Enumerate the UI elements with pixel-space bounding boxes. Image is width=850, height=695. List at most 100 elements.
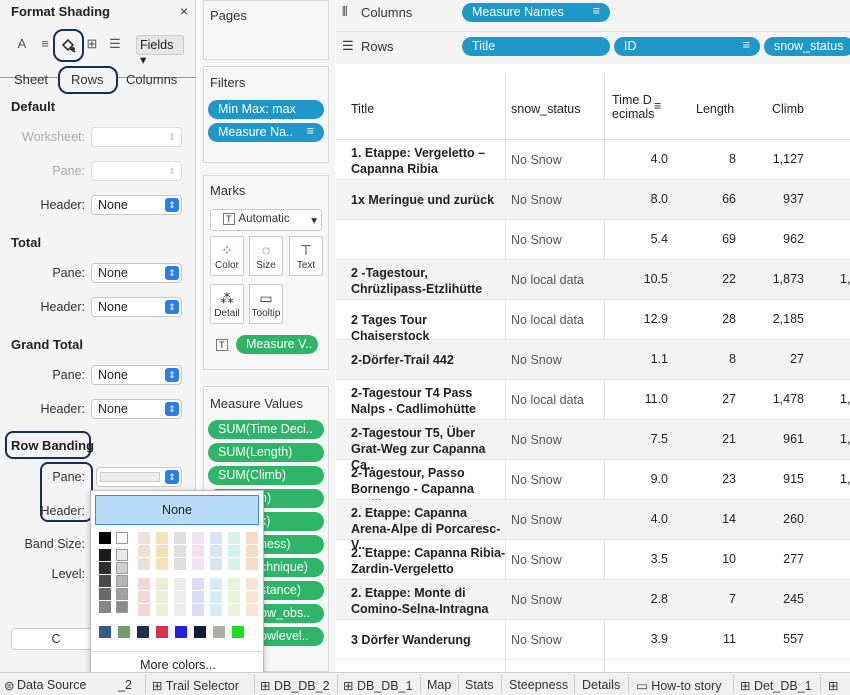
color-swatch[interactable]	[137, 626, 149, 638]
color-swatch[interactable]	[116, 575, 128, 587]
color-swatch[interactable]	[228, 558, 240, 570]
font-icon[interactable]: A	[12, 36, 32, 51]
color-swatch[interactable]	[246, 532, 258, 544]
color-swatch[interactable]	[192, 545, 204, 557]
color-swatch[interactable]	[156, 558, 168, 570]
default-header-select[interactable]: None ⇕	[91, 195, 182, 215]
color-swatch[interactable]	[116, 601, 128, 613]
text-button[interactable]: ⊤ Text	[289, 236, 323, 276]
color-swatch[interactable]	[232, 626, 244, 638]
color-swatch[interactable]	[228, 545, 240, 557]
tab-steepness[interactable]: Steepness	[509, 678, 568, 692]
color-swatch[interactable]	[138, 545, 150, 557]
color-swatch[interactable]	[210, 591, 222, 603]
color-swatch[interactable]	[213, 626, 225, 638]
tab-map[interactable]: Map	[427, 678, 451, 692]
color-swatch[interactable]	[192, 591, 204, 603]
color-swatch[interactable]	[210, 578, 222, 590]
color-swatch[interactable]	[99, 588, 111, 600]
tab-how-to-story[interactable]: ▭ How-to story	[636, 678, 721, 693]
color-swatch[interactable]	[116, 562, 128, 574]
mark-type-select[interactable]: T Automatic ▾	[210, 209, 322, 231]
color-swatch[interactable]	[192, 604, 204, 616]
color-swatch[interactable]	[192, 578, 204, 590]
color-swatch[interactable]	[138, 558, 150, 570]
color-swatch[interactable]	[156, 578, 168, 590]
color-swatch[interactable]	[99, 626, 111, 638]
grand-pane-select[interactable]: None ⇕	[91, 365, 182, 385]
color-swatch[interactable]	[138, 591, 150, 603]
color-swatch[interactable]	[246, 604, 258, 616]
tab-data-source[interactable]: Data Source	[17, 678, 86, 692]
color-swatch[interactable]	[138, 604, 150, 616]
banding-pane-color-select[interactable]: ⇕	[96, 467, 182, 487]
fields-dropdown[interactable]: Fields ▾	[136, 35, 184, 67]
tooltip-button[interactable]: ▭ Tooltip	[249, 284, 283, 324]
color-swatch[interactable]	[174, 578, 186, 590]
tab-rows[interactable]: Rows	[71, 72, 104, 87]
header-length[interactable]: Length	[696, 102, 734, 116]
color-swatch[interactable]	[156, 604, 168, 616]
color-swatch[interactable]	[192, 558, 204, 570]
color-swatch[interactable]	[174, 545, 186, 557]
more-colors-button[interactable]: More colors...	[91, 658, 265, 672]
color-swatch[interactable]	[194, 626, 206, 638]
header-title[interactable]: Title	[351, 102, 374, 116]
size-button[interactable]: ◌ Size	[249, 236, 283, 276]
total-header-select[interactable]: None ⇕	[91, 297, 182, 317]
filter-pill-measure-names[interactable]: Measure Na.. ≡	[208, 123, 324, 142]
color-swatch[interactable]	[192, 532, 204, 544]
color-swatch[interactable]	[99, 532, 111, 544]
color-swatch[interactable]	[99, 601, 111, 613]
alignment-icon[interactable]: ≡	[35, 36, 55, 51]
color-swatch[interactable]	[210, 532, 222, 544]
header-climb[interactable]: Climb	[772, 102, 804, 116]
color-swatch[interactable]	[228, 591, 240, 603]
tab-sheet-2[interactable]: _2	[118, 678, 132, 692]
tab-db-db-2[interactable]: ⊞ DB_DB_2	[260, 678, 330, 693]
shading-bucket-icon[interactable]	[58, 36, 78, 57]
color-swatch[interactable]	[210, 604, 222, 616]
color-swatch[interactable]	[138, 532, 150, 544]
color-swatch[interactable]	[156, 626, 168, 638]
color-swatch[interactable]	[246, 591, 258, 603]
total-pane-select[interactable]: None ⇕	[91, 263, 182, 283]
close-icon[interactable]: ×	[180, 3, 188, 19]
color-swatch[interactable]	[246, 545, 258, 557]
color-swatch[interactable]	[138, 578, 150, 590]
tab-db-db-1[interactable]: ⊞ DB_DB_1	[343, 678, 413, 693]
borders-icon[interactable]: ⊞	[82, 36, 102, 52]
marks-pill-measure-values[interactable]: Measure V..	[236, 335, 318, 354]
filter-pill-min-max[interactable]: Min Max: max	[208, 100, 324, 119]
color-swatch[interactable]	[116, 549, 128, 561]
color-swatch[interactable]	[246, 558, 258, 570]
tab-trail-selector[interactable]: ⊞ Trail Selector	[152, 678, 239, 693]
color-swatch[interactable]	[174, 558, 186, 570]
tab-details[interactable]: Details	[582, 678, 620, 692]
color-swatch[interactable]	[210, 558, 222, 570]
grand-header-select[interactable]: None ⇕	[91, 399, 182, 419]
header-time-decimals[interactable]: Time Decimals ≡	[612, 93, 661, 121]
tab-sheet[interactable]: Sheet	[14, 72, 48, 87]
tab-stats[interactable]: Stats	[465, 678, 494, 692]
color-swatch[interactable]	[99, 549, 111, 561]
color-swatch[interactable]	[116, 588, 128, 600]
tab-det-db-1[interactable]: ⊞ Det_DB_1	[740, 678, 812, 693]
clear-button[interactable]: C	[11, 628, 101, 650]
color-swatch[interactable]	[118, 626, 130, 638]
color-swatch[interactable]	[174, 604, 186, 616]
color-swatch[interactable]	[174, 532, 186, 544]
color-button[interactable]: ⁘ Color	[210, 236, 244, 276]
color-swatch[interactable]	[99, 562, 111, 574]
color-swatch[interactable]	[175, 626, 187, 638]
color-swatch[interactable]	[228, 532, 240, 544]
color-swatch[interactable]	[228, 578, 240, 590]
mv-pill[interactable]: SUM(Length)	[208, 443, 324, 462]
color-swatch[interactable]	[174, 591, 186, 603]
color-swatch[interactable]	[99, 575, 111, 587]
color-swatch[interactable]	[156, 532, 168, 544]
rows-pill-title[interactable]: Title	[462, 37, 610, 56]
detail-button[interactable]: ⁂ Detail	[210, 284, 244, 324]
rows-pill-id[interactable]: ID ≡	[614, 37, 760, 56]
dashboard-icon[interactable]: ⊞	[828, 678, 838, 693]
